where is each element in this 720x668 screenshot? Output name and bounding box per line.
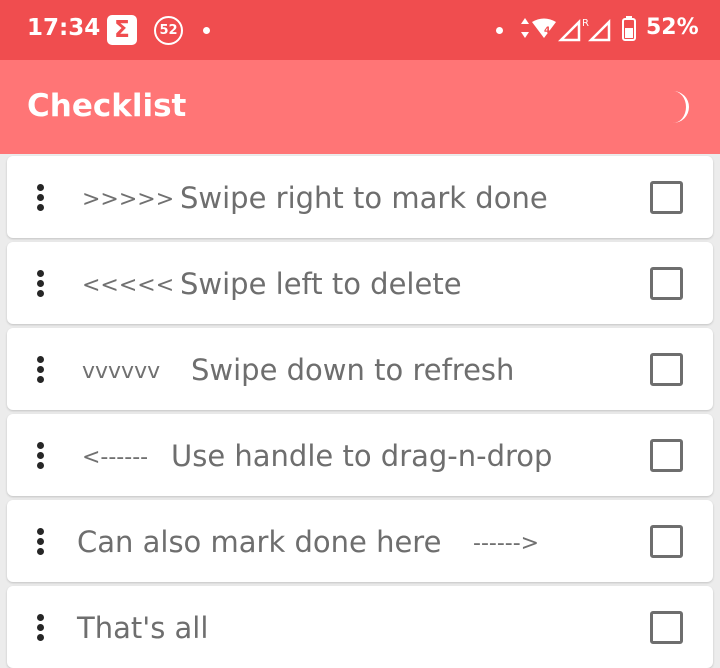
item-label: Swipe left to delete [180, 267, 462, 301]
done-checkbox[interactable] [650, 181, 683, 214]
signal-wifi-icons: 4 R [521, 18, 611, 42]
notification-count-badge: 52 [154, 16, 183, 45]
item-label: Use handle to drag-n-drop [171, 439, 553, 473]
list-item[interactable]: <------ Use handle to drag-n-drop [7, 414, 713, 496]
drag-handle-icon[interactable] [36, 184, 46, 214]
list-item[interactable]: Can also mark done here ------> [7, 500, 713, 582]
status-time: 17:34 [27, 15, 101, 41]
item-label: Swipe right to mark done [180, 181, 548, 215]
moon-icon[interactable] [663, 90, 693, 124]
battery-percentage: 52% [646, 15, 699, 40]
drag-handle-icon[interactable] [36, 356, 46, 386]
status-bar: 17:34 Σ 52 4 R 52% [0, 0, 720, 60]
hint-arrows: <<<<< [82, 273, 175, 298]
done-checkbox[interactable] [650, 267, 683, 300]
drag-handle-icon[interactable] [36, 442, 46, 472]
page-title: Checklist [27, 88, 187, 124]
done-checkbox[interactable] [650, 525, 683, 558]
battery-icon [622, 16, 636, 41]
list-item[interactable]: That's all [7, 586, 713, 668]
item-label: Can also mark done here [77, 525, 442, 559]
done-checkbox[interactable] [650, 439, 683, 472]
hint-arrows: ------> [473, 531, 540, 556]
drag-handle-icon[interactable] [36, 270, 46, 300]
drag-handle-icon[interactable] [36, 528, 46, 558]
done-checkbox[interactable] [650, 353, 683, 386]
svg-text:R: R [582, 18, 589, 29]
status-dot-icon [496, 27, 503, 34]
list-item[interactable]: <<<<< Swipe left to delete [7, 242, 713, 324]
item-label: Swipe down to refresh [191, 353, 515, 387]
drag-handle-icon[interactable] [36, 614, 46, 644]
notification-dot-icon [203, 27, 210, 34]
hint-arrows: >>>>> [82, 187, 175, 212]
item-label: That's all [77, 611, 209, 645]
sigma-app-icon: Σ [107, 15, 137, 45]
list-item[interactable]: vvvvvv Swipe down to refresh [7, 328, 713, 410]
svg-text:4: 4 [544, 26, 550, 36]
app-bar: Checklist [0, 60, 720, 154]
hint-arrows: <------ [82, 445, 149, 470]
list-item[interactable]: >>>>> Swipe right to mark done [7, 156, 713, 238]
done-checkbox[interactable] [650, 611, 683, 644]
hint-arrows: vvvvvv [82, 359, 161, 384]
